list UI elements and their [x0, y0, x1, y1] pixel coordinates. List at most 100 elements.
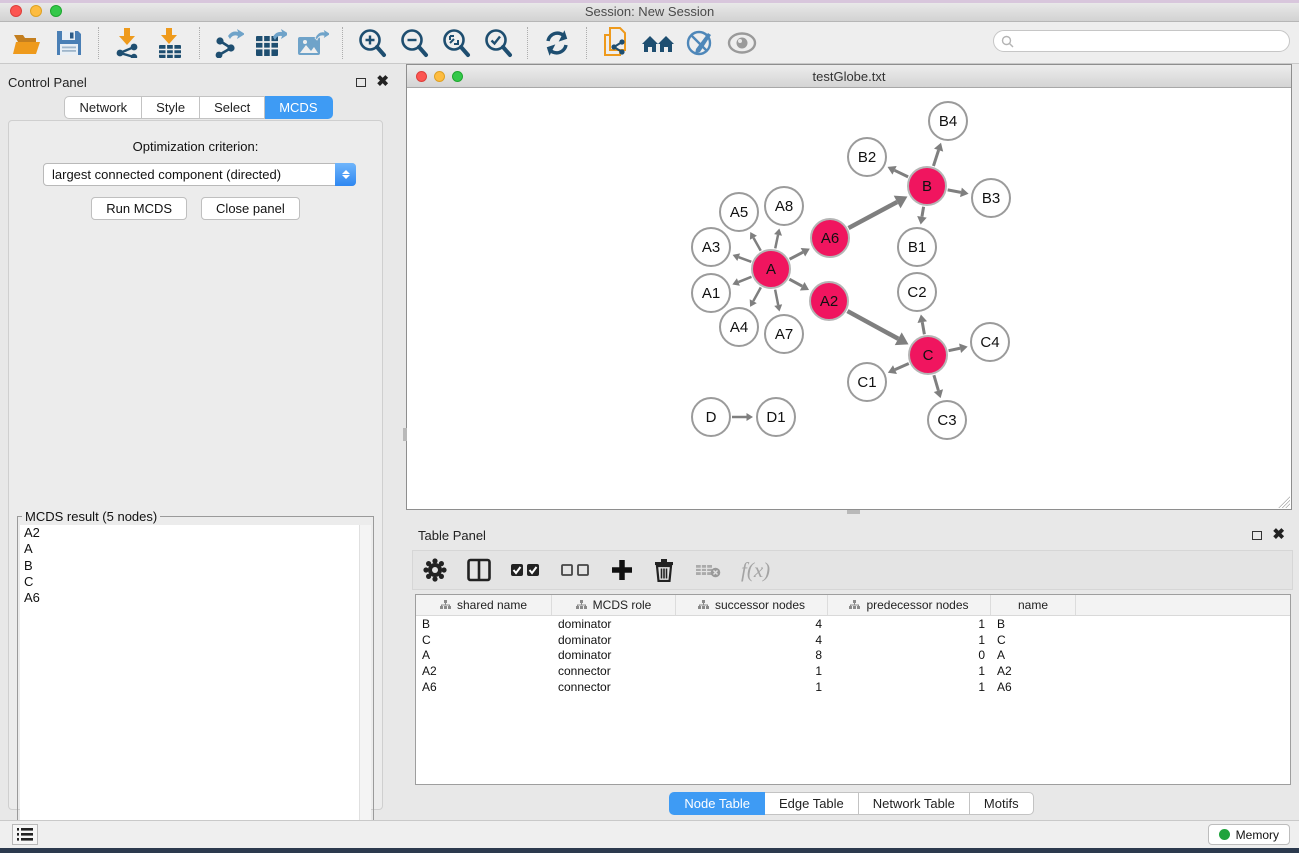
edge-A-A6[interactable] — [790, 252, 803, 259]
tab-node-table[interactable]: Node Table — [669, 792, 765, 815]
home-icon[interactable] — [640, 26, 676, 60]
table-row[interactable]: Adominator80A — [416, 648, 1290, 664]
gear-icon[interactable] — [423, 558, 447, 582]
column-header-predecessor-nodes[interactable]: predecessor nodes — [828, 595, 991, 615]
table-cell: B — [991, 617, 1076, 631]
result-list-item[interactable]: A6 — [20, 590, 371, 606]
edge-B-B1[interactable] — [922, 207, 924, 217]
node-table[interactable]: shared nameMCDS rolesuccessor nodesprede… — [415, 594, 1291, 785]
export-network-icon[interactable] — [211, 26, 247, 60]
tree-icon — [440, 600, 451, 610]
network-window-titlebar[interactable]: testGlobe.txt — [407, 65, 1291, 88]
save-icon[interactable] — [51, 26, 87, 60]
zoom-in-icon[interactable] — [354, 26, 390, 60]
deselect-all-icon[interactable] — [561, 563, 591, 577]
edge-C-C2[interactable] — [922, 322, 924, 334]
close-panel-icon[interactable]: ✖ — [376, 77, 389, 87]
table-cell: 1 — [828, 633, 991, 647]
tab-select[interactable]: Select — [200, 96, 265, 119]
node-label-D1: D1 — [766, 409, 785, 426]
edge-A-A1[interactable] — [738, 277, 751, 282]
task-list-button[interactable] — [12, 824, 38, 845]
tab-network[interactable]: Network — [64, 96, 142, 119]
zoom-out-icon[interactable] — [396, 26, 432, 60]
import-table-icon[interactable] — [152, 26, 188, 60]
tab-mcds[interactable]: MCDS — [265, 96, 332, 119]
tab-edge-table[interactable]: Edge Table — [765, 792, 859, 815]
edge-C-C1[interactable] — [895, 363, 909, 369]
edge-B-B2[interactable] — [895, 170, 909, 177]
scrollbar-nub[interactable] — [403, 428, 407, 441]
column-header-successor-nodes[interactable]: successor nodes — [676, 595, 828, 615]
memory-button[interactable]: Memory — [1208, 824, 1290, 845]
criterion-select[interactable]: largest connected component (directed) — [43, 163, 356, 186]
function-icon[interactable]: f(x) — [741, 558, 770, 583]
open-folder-icon[interactable] — [9, 26, 45, 60]
column-header-MCDS-role[interactable]: MCDS role — [552, 595, 676, 615]
refresh-icon[interactable] — [539, 26, 575, 60]
edge-A-A4[interactable] — [753, 287, 761, 301]
zoom-selected-icon[interactable] — [480, 26, 516, 60]
tree-icon — [849, 600, 860, 610]
arrowhead — [959, 344, 968, 353]
table-row[interactable]: A2connector11A2 — [416, 663, 1290, 679]
edge-A-A7[interactable] — [775, 290, 778, 305]
tab-style[interactable]: Style — [142, 96, 200, 119]
edge-B-B4[interactable] — [933, 150, 938, 166]
table-row[interactable]: A6connector11A6 — [416, 679, 1290, 695]
table-row[interactable]: Bdominator41B — [416, 616, 1290, 632]
column-header-name[interactable]: name — [991, 595, 1076, 615]
result-list-item[interactable]: B — [20, 558, 371, 574]
edge-A-A5[interactable] — [753, 238, 760, 251]
edge-C-C4[interactable] — [949, 348, 960, 350]
export-table-icon[interactable] — [253, 26, 289, 60]
resize-grip[interactable] — [1277, 495, 1290, 508]
eye-icon[interactable] — [724, 26, 760, 60]
toolbar-separator — [586, 27, 587, 59]
toolbar-separator — [342, 27, 343, 59]
network-canvas[interactable]: AA1A2A3A4A5A6A7A8BB1B2B3B4CC1C2C3C4DD1 — [407, 88, 1291, 509]
result-list-item[interactable]: A — [20, 541, 371, 557]
import-network-icon[interactable] — [110, 26, 146, 60]
edge-B-B3[interactable] — [948, 190, 961, 192]
node-label-B3: B3 — [982, 190, 1000, 207]
column-view-icon[interactable] — [467, 558, 491, 582]
export-image-icon[interactable] — [295, 26, 331, 60]
arrowhead — [774, 229, 782, 236]
node-label-B4: B4 — [939, 113, 957, 130]
edge-A-A8[interactable] — [775, 235, 778, 249]
table-cell: dominator — [552, 648, 676, 662]
tab-network-table[interactable]: Network Table — [859, 792, 970, 815]
table-row[interactable]: Cdominator41C — [416, 632, 1290, 648]
close-table-panel-icon[interactable]: ✖ — [1272, 530, 1285, 540]
column-header-shared-name[interactable]: shared name — [416, 595, 552, 615]
edge-C-C3[interactable] — [934, 375, 939, 390]
run-mcds-button[interactable]: Run MCDS — [91, 197, 187, 220]
result-scrollbar[interactable] — [359, 525, 371, 853]
close-panel-button[interactable]: Close panel — [201, 197, 300, 220]
clone-network-icon[interactable] — [598, 26, 634, 60]
table-cell: B — [416, 617, 552, 631]
mcds-result-list[interactable]: A2ABCA6 — [20, 525, 371, 853]
edge-A6-B[interactable] — [849, 202, 898, 228]
select-all-icon[interactable] — [511, 563, 541, 577]
tab-motifs[interactable]: Motifs — [970, 792, 1034, 815]
edge-A2-C[interactable] — [847, 311, 898, 339]
result-list-item[interactable]: A2 — [20, 525, 371, 541]
zoom-fit-icon[interactable] — [438, 26, 474, 60]
table-cell: 1 — [676, 664, 828, 678]
delete-icon[interactable] — [653, 558, 675, 582]
edge-A-A3[interactable] — [739, 257, 752, 262]
hide-annotation-icon[interactable] — [682, 26, 718, 60]
table-cell: 1 — [676, 680, 828, 694]
add-icon[interactable] — [611, 559, 633, 581]
table-cell: connector — [552, 680, 676, 694]
float-table-panel-icon[interactable] — [1252, 531, 1262, 540]
result-list-item[interactable]: C — [20, 574, 371, 590]
edge-A-A2[interactable] — [789, 279, 802, 286]
node-label-D: D — [706, 409, 717, 426]
float-panel-icon[interactable] — [356, 78, 366, 87]
scrollbar-nub[interactable] — [847, 510, 860, 514]
search-input[interactable] — [993, 30, 1290, 52]
delete-table-icon[interactable] — [695, 562, 721, 578]
